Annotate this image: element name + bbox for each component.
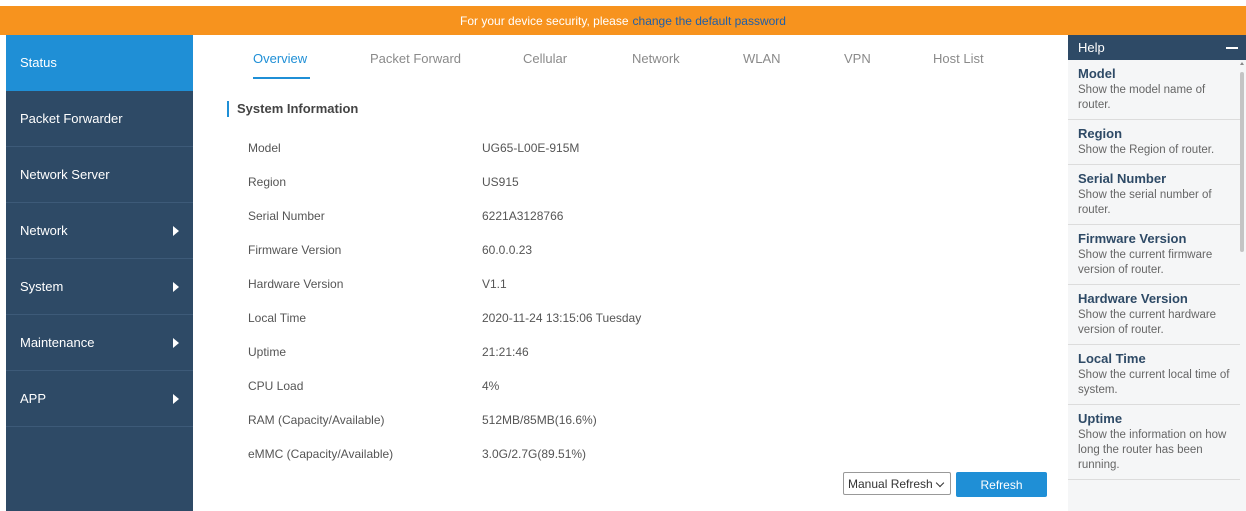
scroll-up-icon[interactable] — [1240, 62, 1244, 65]
info-value: 60.0.0.23 — [482, 243, 533, 257]
sidebar-item-label: Packet Forwarder — [20, 111, 123, 126]
help-item: Firmware Version Show the current firmwar… — [1068, 225, 1240, 285]
help-item-desc: Show the model name of router. — [1078, 84, 1206, 111]
security-banner: For your device security, please change … — [0, 6, 1246, 35]
info-key: Firmware Version — [248, 243, 342, 257]
tab-packet-forward[interactable]: Packet Forward — [370, 51, 461, 66]
info-value: 4% — [482, 379, 500, 393]
change-password-link[interactable]: change the default password — [633, 14, 786, 28]
help-item: Region Show the Region of router. — [1068, 120, 1240, 165]
help-header: Help — [1068, 35, 1246, 60]
help-item-desc: Show the serial number of router. — [1078, 189, 1212, 216]
chevron-right-icon — [173, 225, 179, 236]
help-item-title: Firmware Version — [1078, 231, 1187, 246]
info-key: Region — [248, 175, 287, 189]
tab-cellular[interactable]: Cellular — [523, 51, 567, 66]
help-item-title: Hardware Version — [1078, 291, 1188, 306]
main-panel: Overview Packet Forward Cellular Network WLA… — [193, 35, 1068, 511]
info-key: Hardware Version — [248, 277, 344, 291]
help-panel: Help Model Show the model name of router.… — [1068, 35, 1246, 511]
help-title: Help — [1078, 40, 1105, 55]
banner-text: For your device security, please — [460, 13, 629, 28]
help-item: Local Time Show the current local time of… — [1068, 345, 1240, 405]
info-value: 2020-11-24 13:15:06 Tuesday — [482, 311, 642, 325]
sidebar-item-label: System — [20, 279, 64, 294]
help-list: Model Show the model name of router. Regio… — [1068, 60, 1240, 511]
help-item-title: Region — [1078, 126, 1123, 141]
sidebar-item-packet-forwarder[interactable]: Packet Forwarder — [6, 91, 193, 147]
info-key: Model — [248, 141, 281, 155]
active-tab-indicator — [253, 77, 310, 79]
section-title: System Information — [227, 101, 358, 117]
help-item: Hardware Version Show the current hardwar… — [1068, 285, 1240, 345]
info-key: CPU Load — [248, 379, 304, 393]
info-value: UG65-L00E-915M — [482, 141, 580, 155]
tab-bar: Overview Packet Forward Cellular Network WLA… — [193, 35, 1068, 79]
help-item-title: Uptime — [1078, 411, 1123, 426]
sidebar-item-system[interactable]: System — [6, 259, 193, 315]
help-item: Uptime Show the information on how long t… — [1068, 405, 1240, 480]
help-item-desc: Show the current local time of system. — [1078, 369, 1230, 396]
sidebar: Status Packet Forwarder Network Server Netw… — [6, 35, 193, 511]
info-key: eMMC (Capacity/Available) — [248, 447, 394, 461]
tab-overview[interactable]: Overview — [253, 51, 307, 66]
tab-network[interactable]: Network — [632, 51, 680, 66]
chevron-right-icon — [173, 393, 179, 404]
sidebar-item-maintenance[interactable]: Maintenance — [6, 315, 193, 371]
collapse-icon[interactable] — [1226, 46, 1238, 49]
info-value: 3.0G/2.7G(89.51%) — [482, 447, 587, 461]
refresh-mode-select[interactable]: Manual Refresh — [843, 472, 951, 495]
tab-host-list[interactable]: Host List — [933, 51, 984, 66]
sidebar-item-network[interactable]: Network — [6, 203, 193, 259]
sidebar-item-label: Status — [20, 55, 57, 70]
help-item: Serial Number Show the serial number of r… — [1068, 165, 1240, 225]
info-value: US915 — [482, 175, 519, 189]
sidebar-item-label: Network Server — [20, 167, 110, 182]
help-item-desc: Show the Region of router. — [1078, 144, 1215, 156]
sidebar-item-app[interactable]: APP — [6, 371, 193, 427]
help-item-desc: Show the information on how long the rou… — [1078, 429, 1227, 471]
tab-vpn[interactable]: VPN — [844, 51, 871, 66]
chevron-right-icon — [173, 281, 179, 292]
help-scrollbar[interactable] — [1240, 72, 1244, 252]
sidebar-item-label: Network — [20, 223, 68, 238]
info-key: Local Time — [248, 311, 307, 325]
info-key: Uptime — [248, 345, 287, 359]
sidebar-item-status[interactable]: Status — [6, 35, 193, 91]
sidebar-item-label: APP — [20, 391, 47, 406]
help-item-title: Model — [1078, 66, 1116, 81]
sidebar-item-network-server[interactable]: Network Server — [6, 147, 193, 203]
chevron-down-icon — [935, 478, 945, 488]
info-key: Serial Number — [248, 209, 325, 223]
info-value: 6221A3128766 — [482, 209, 564, 223]
help-item-title: Serial Number — [1078, 171, 1167, 186]
info-value: 512MB/85MB(16.6%) — [482, 413, 597, 427]
info-value: 21:21:46 — [482, 345, 529, 359]
sidebar-item-label: Maintenance — [20, 335, 95, 350]
help-item-title: Local Time — [1078, 351, 1146, 366]
refresh-mode-value: Manual Refresh — [848, 476, 933, 491]
chevron-right-icon — [173, 337, 179, 348]
refresh-button[interactable]: Refresh — [956, 472, 1047, 497]
help-item-desc: Show the current firmware version of rou… — [1078, 249, 1213, 276]
info-value: V1.1 — [482, 277, 507, 291]
help-item: Model Show the model name of router. — [1068, 60, 1240, 120]
info-key: RAM (Capacity/Available) — [248, 413, 385, 427]
tab-wlan[interactable]: WLAN — [743, 51, 781, 66]
help-item-desc: Show the current hardware version of rou… — [1078, 309, 1217, 336]
